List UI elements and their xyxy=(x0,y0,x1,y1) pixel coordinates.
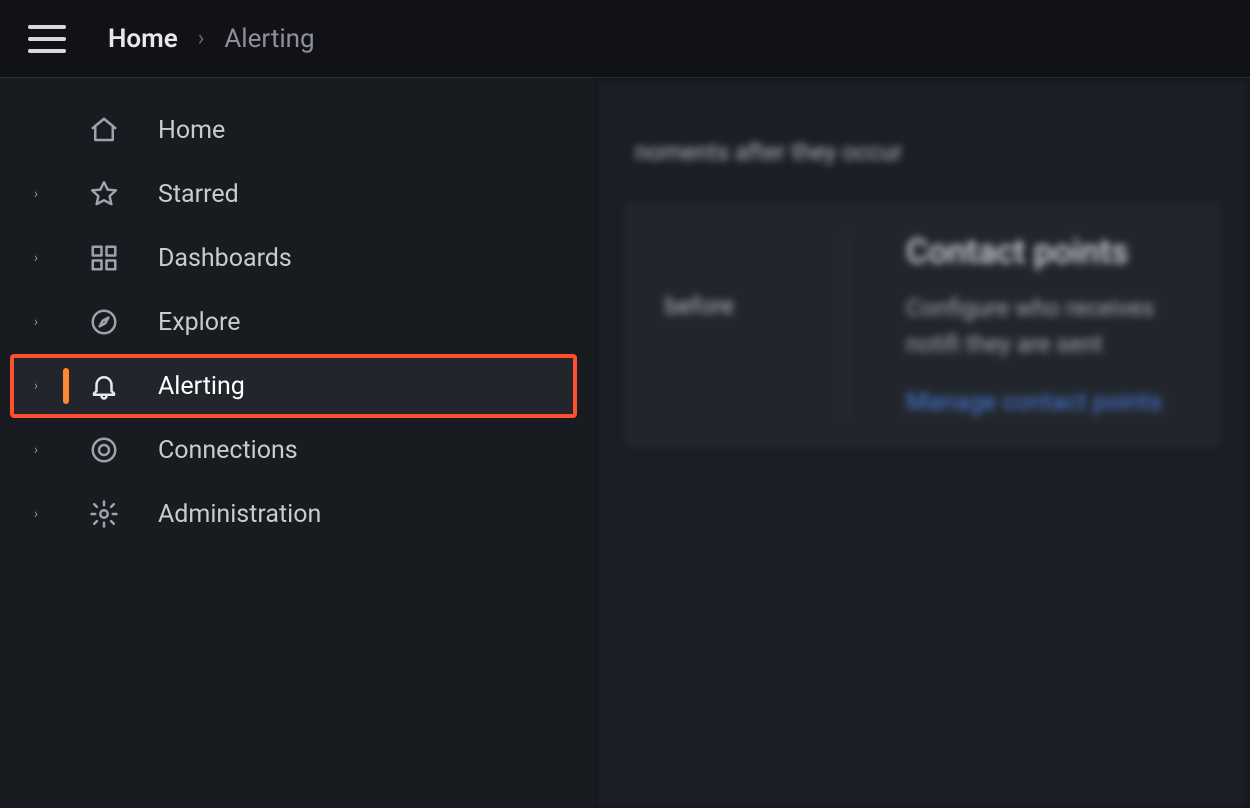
chevron-right-icon[interactable]: › xyxy=(26,378,46,394)
sidebar-item-dashboards[interactable]: › Dashboards xyxy=(0,226,595,290)
menu-toggle-icon[interactable] xyxy=(28,25,66,53)
sidebar-item-label: Home xyxy=(158,116,225,145)
chevron-right-icon[interactable]: › xyxy=(26,250,46,266)
active-indicator xyxy=(63,368,69,404)
sidebar-item-alerting[interactable]: › Alerting xyxy=(10,354,577,418)
sidebar-item-label: Explore xyxy=(158,308,240,337)
sidebar-item-administration[interactable]: › Administration xyxy=(0,482,595,546)
compass-icon xyxy=(86,304,122,340)
sidebar-item-explore[interactable]: › Explore xyxy=(0,290,595,354)
card-description: Configure who receives notifi they are s… xyxy=(906,290,1180,362)
sidebar-item-label: Starred xyxy=(158,180,239,209)
chevron-right-icon: › xyxy=(198,26,205,51)
sidebar-item-connections[interactable]: › Connections xyxy=(0,418,595,482)
sidebar-item-home[interactable]: › Home xyxy=(0,98,595,162)
star-icon xyxy=(86,176,122,212)
sidebar-item-label: Dashboards xyxy=(158,244,292,273)
chevron-right-icon[interactable]: › xyxy=(26,506,46,522)
sidebar-item-label: Alerting xyxy=(158,372,245,401)
chevron-right-icon[interactable]: › xyxy=(26,314,46,330)
breadcrumb: Home › Alerting xyxy=(108,24,315,54)
breadcrumb-current: Alerting xyxy=(224,24,314,54)
chevron-right-icon[interactable]: › xyxy=(26,442,46,458)
gear-icon xyxy=(86,496,122,532)
bell-icon xyxy=(86,368,122,404)
card-left-fragment: before xyxy=(665,232,785,417)
chevron-right-icon[interactable]: › xyxy=(26,186,46,202)
sidebar-item-label: Administration xyxy=(158,500,321,529)
main: › Home › Starred › Dashboards › E xyxy=(0,78,1250,808)
sidebar-item-starred[interactable]: › Starred xyxy=(0,162,595,226)
manage-contact-points-link[interactable]: Manage contact points xyxy=(906,388,1180,417)
sidebar-item-label: Connections xyxy=(158,436,298,465)
link-icon xyxy=(86,432,122,468)
dashboards-icon xyxy=(86,240,122,276)
contact-points-card: before Contact points Configure who rece… xyxy=(625,202,1220,447)
breadcrumb-home[interactable]: Home xyxy=(108,24,178,54)
home-icon xyxy=(86,112,122,148)
content-top-text: noments after they occur xyxy=(625,138,1220,166)
card-divider xyxy=(845,232,846,417)
card-title: Contact points xyxy=(906,232,1180,272)
top-bar: Home › Alerting xyxy=(0,0,1250,78)
content-area: noments after they occur before Contact … xyxy=(595,78,1250,808)
sidebar: › Home › Starred › Dashboards › E xyxy=(0,78,595,808)
